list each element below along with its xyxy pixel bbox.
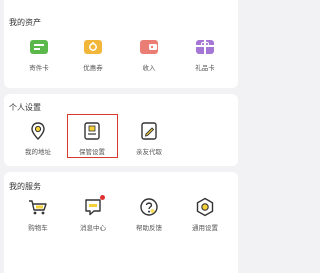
help-icon <box>138 196 160 218</box>
asset-label: 优惠券 <box>83 64 103 72</box>
personal-item-storage-settings[interactable]: 保管设置 <box>67 120 117 156</box>
service-label: 购物车 <box>28 224 48 232</box>
services-title: 我的服务 <box>9 182 41 191</box>
personal-item-address[interactable]: 我的地址 <box>13 120 63 156</box>
asset-item-gift-card[interactable]: 礼品卡 <box>180 36 230 72</box>
service-item-message-center[interactable]: 消息中心 <box>68 195 118 232</box>
personal-label: 我的地址 <box>25 148 51 156</box>
cart-icon <box>27 196 49 218</box>
asset-label: 礼品卡 <box>195 64 215 72</box>
asset-label: 寄件卡 <box>29 64 49 72</box>
service-label: 通用设置 <box>192 224 218 232</box>
personal-item-proxy-pickup[interactable]: 亲友代取 <box>124 120 174 156</box>
unread-dot <box>100 195 105 200</box>
service-label: 帮助反馈 <box>136 224 162 232</box>
wallet-icon <box>138 36 160 58</box>
personal-label: 亲友代取 <box>136 148 162 156</box>
personal-label: 保管设置 <box>79 148 105 156</box>
service-item-help-feedback[interactable]: 帮助反馈 <box>124 196 174 232</box>
card-icon <box>28 36 50 58</box>
service-item-general-settings[interactable]: 通用设置 <box>180 196 230 232</box>
assets-title: 我的资产 <box>9 18 41 27</box>
service-label: 消息中心 <box>80 224 106 232</box>
storage-box-icon <box>81 120 103 142</box>
asset-item-shipping-card[interactable]: 寄件卡 <box>14 36 64 72</box>
message-icon <box>82 195 105 218</box>
settings-icon <box>194 196 216 218</box>
asset-item-coupon[interactable]: 优惠券 <box>68 36 118 72</box>
location-pin-icon <box>27 120 49 142</box>
personal-settings-title: 个人设置 <box>9 103 41 112</box>
service-item-cart[interactable]: 购物车 <box>13 196 63 232</box>
gift-card-icon <box>194 36 216 58</box>
asset-label: 收入 <box>142 64 156 72</box>
asset-item-income[interactable]: 收入 <box>124 36 174 72</box>
coupon-icon <box>82 36 104 58</box>
proxy-pickup-icon <box>138 120 160 142</box>
